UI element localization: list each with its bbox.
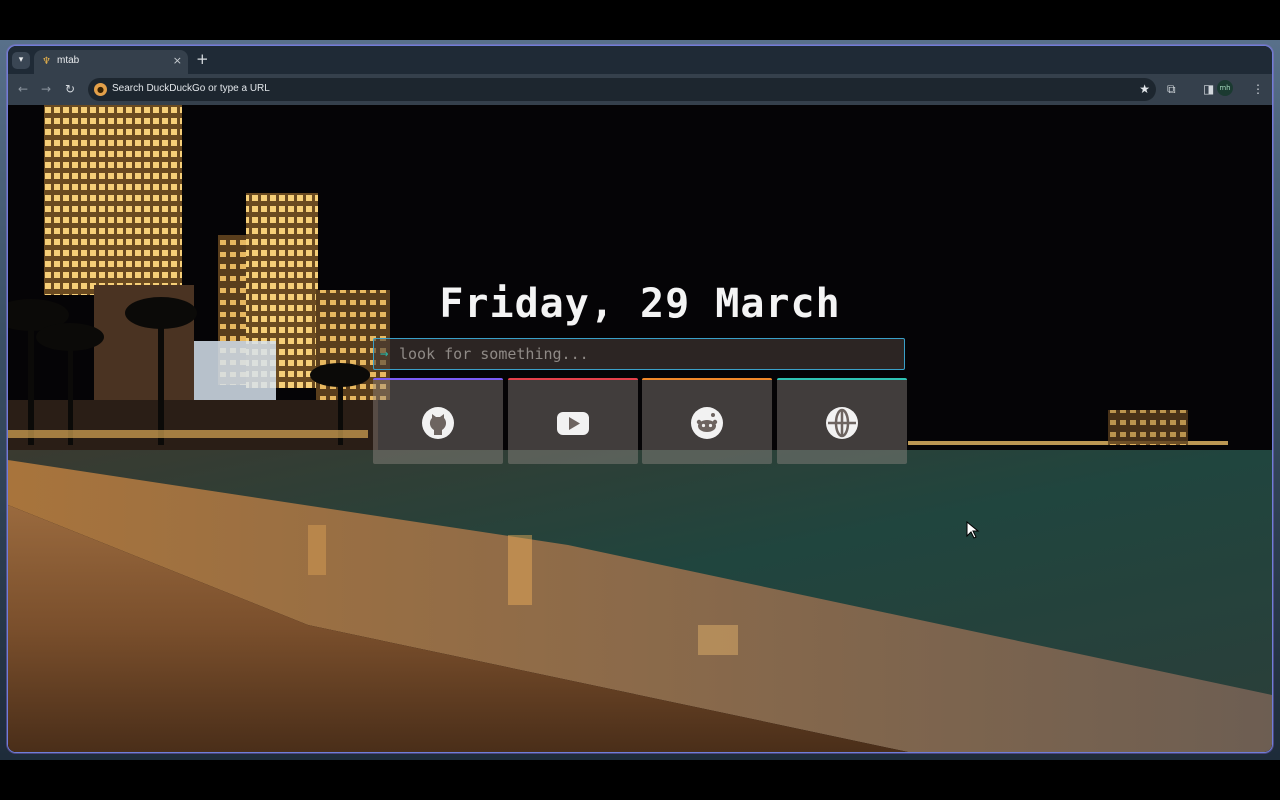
menu-kebab-icon[interactable]: ⋮	[1252, 81, 1264, 97]
reddit-icon	[691, 407, 723, 439]
forward-icon[interactable]: →	[41, 81, 51, 97]
browser-toolbar: ← → ↻ ● Search DuckDuckGo or type a URL …	[8, 74, 1272, 105]
tab-strip: ▾ ♆ mtab × +	[8, 46, 1272, 74]
bookmark-star-icon[interactable]: ★	[1139, 82, 1150, 96]
mouse-cursor-icon	[966, 521, 980, 539]
side-panel-icon[interactable]: ◨	[1203, 81, 1214, 97]
tab-search-button[interactable]: ▾	[12, 52, 30, 69]
web-link-card[interactable]	[777, 378, 907, 464]
youtube-link-card[interactable]	[508, 378, 638, 464]
duckduckgo-icon: ●	[94, 83, 107, 96]
address-bar[interactable]: ● Search DuckDuckGo or type a URL ★	[88, 78, 1156, 101]
back-icon[interactable]: ←	[18, 81, 28, 97]
address-bar-placeholder: Search DuckDuckGo or type a URL	[112, 83, 270, 94]
profile-avatar[interactable]: mh	[1217, 80, 1233, 96]
reload-icon[interactable]: ↻	[65, 81, 75, 97]
tab-mtab[interactable]: ♆ mtab ×	[34, 50, 188, 74]
palm-tree-icon: ♆	[42, 56, 51, 67]
youtube-icon	[557, 412, 589, 435]
github-link-card[interactable]	[373, 378, 503, 464]
tab-title: mtab	[57, 55, 80, 66]
search-input[interactable]	[399, 343, 894, 365]
beach-night-wallpaper	[8, 105, 1272, 752]
date-heading: Friday, 29 March	[439, 281, 841, 327]
reddit-link-card[interactable]	[642, 378, 772, 464]
extensions-icon[interactable]: ⧉	[1167, 81, 1176, 97]
new-tab-page: Friday, 29 March →	[8, 105, 1272, 752]
prompt-arrow-icon: →	[380, 346, 389, 362]
github-icon	[422, 407, 454, 439]
close-tab-icon[interactable]: ×	[173, 54, 182, 67]
new-tab-button[interactable]: +	[196, 50, 209, 68]
search-box: →	[373, 338, 905, 370]
browser-window: ▾ ♆ mtab × + ← → ↻ ● Search DuckDuckGo o…	[8, 46, 1272, 752]
globe-icon	[826, 407, 858, 439]
